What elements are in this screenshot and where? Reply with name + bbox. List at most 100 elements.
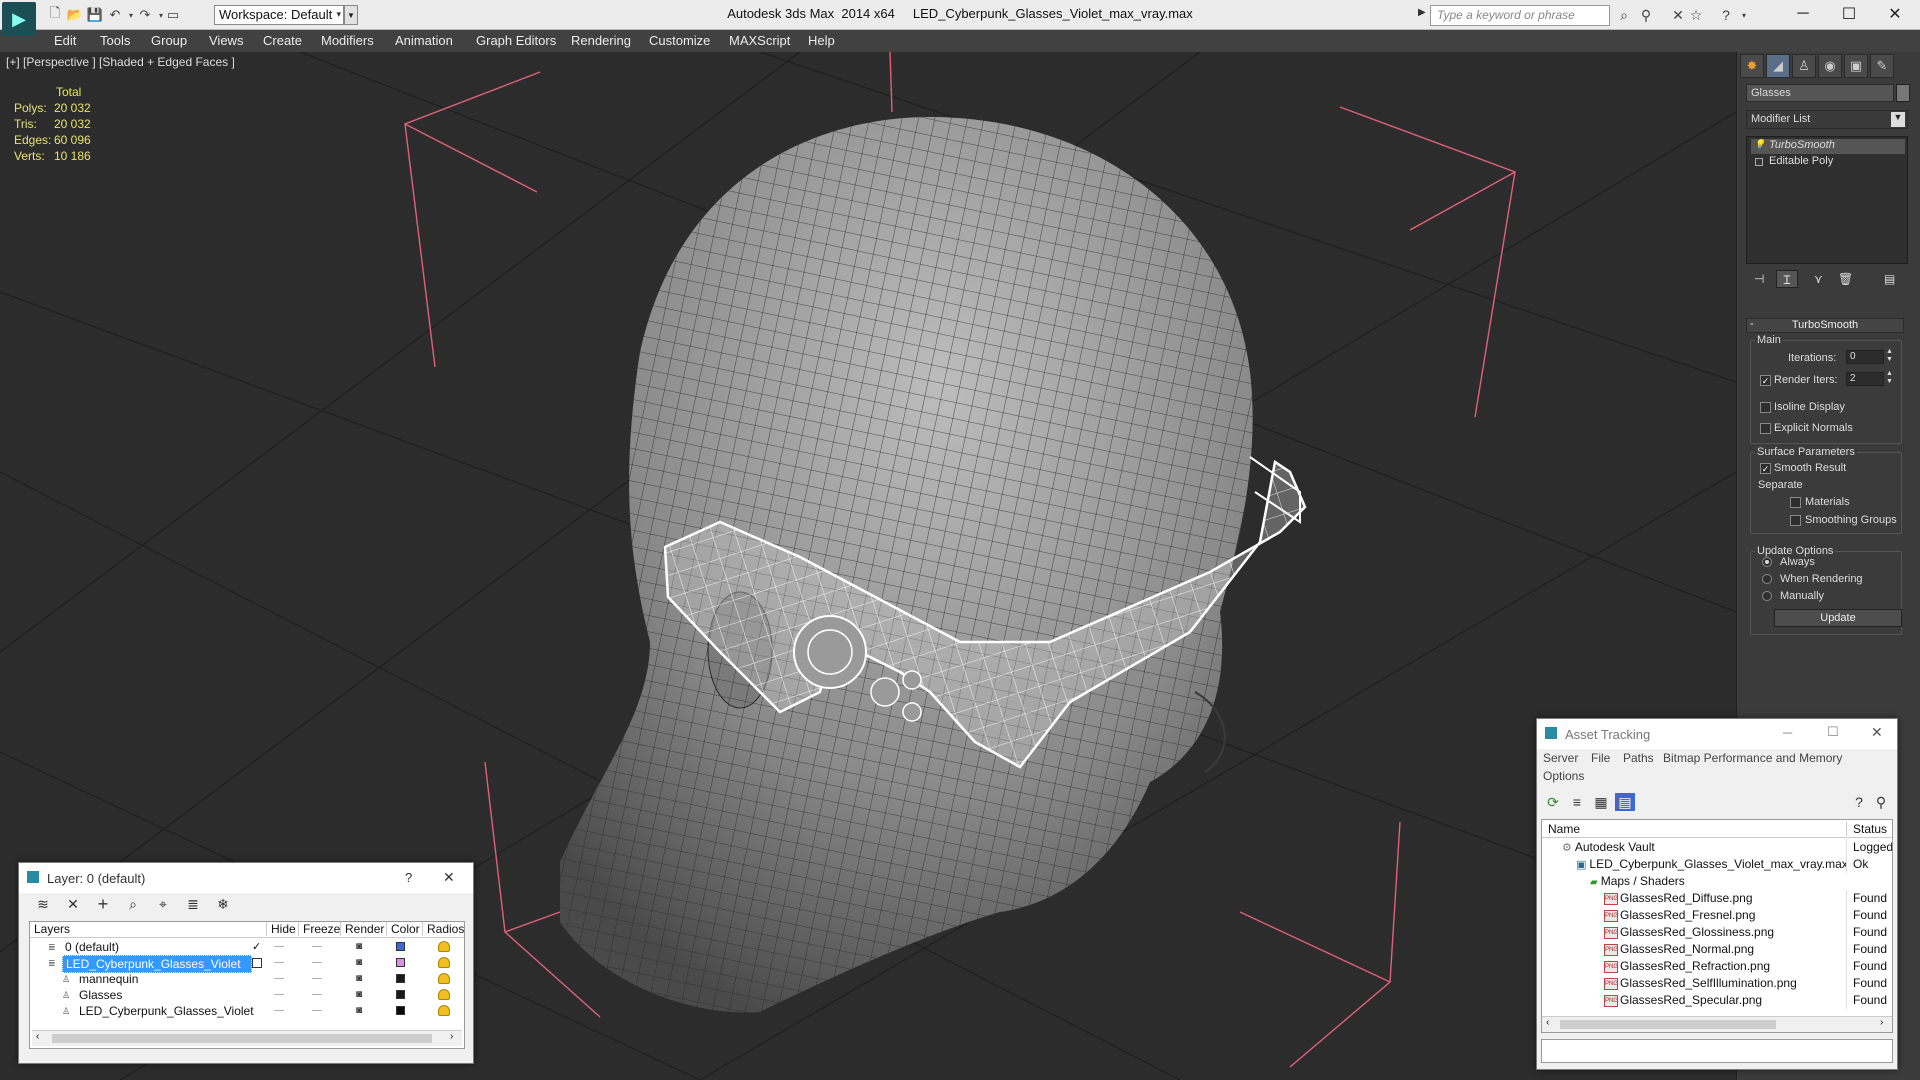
light-bulb-icon[interactable]: 💡 [1754,139,1765,150]
render-teapot-icon[interactable]: ◙ [356,971,362,987]
minimize-icon[interactable]: ─ [1780,0,1826,28]
freeze-toggle[interactable]: — [312,955,322,971]
close-icon[interactable]: ✕ [1872,0,1918,28]
create-layer-icon[interactable]: ≋ [33,895,53,913]
close-icon[interactable]: ✕ [443,869,455,886]
layer-row[interactable]: ♙ mannequin — — ◙ [30,971,464,987]
radiosity-bulb-icon[interactable] [438,989,450,1000]
modify-tab-icon[interactable]: ◢ [1766,54,1790,78]
asset-row[interactable]: ⚙Autodesk Vault Logged O [1542,839,1892,856]
open-file-icon[interactable]: 📂 [66,6,84,24]
freeze-toggle[interactable]: — [312,987,322,1003]
scroll-left-icon[interactable]: ‹ [36,1031,39,1042]
hide-toggle[interactable]: — [274,1003,284,1019]
minimize-icon[interactable]: ─ [1783,725,1792,740]
radiosity-bulb-icon[interactable] [438,973,450,984]
layer-name[interactable]: LED_Cyberpunk_Glasses_Violet [76,1003,257,1019]
object-color-swatch[interactable] [1896,84,1910,102]
project-folder-icon[interactable]: ▭ [164,6,182,24]
menu-modifiers[interactable]: Modifiers [321,33,374,48]
freeze-all-icon[interactable]: ❄ [213,895,233,913]
hide-toggle[interactable]: — [274,971,284,987]
render-iters-spinner[interactable]: 2 [1846,372,1884,386]
at-menu-file[interactable]: File [1591,751,1610,765]
help-icon[interactable]: ? [405,870,412,885]
col-hide[interactable]: Hide [266,922,296,936]
remove-modifier-icon[interactable]: 🗑 [1838,272,1853,286]
layer-color-swatch[interactable] [396,958,405,967]
new-file-icon[interactable]: 🗋 [46,5,64,24]
hide-toggle[interactable]: — [274,955,284,971]
smooth-result-checkbox[interactable]: ✓ [1760,463,1771,474]
layer-list-scrollbar[interactable]: ‹ › [32,1030,462,1046]
asset-row[interactable]: ▰ Maps / Shaders [1542,873,1892,890]
refresh-icon[interactable]: ⟳ [1543,793,1563,811]
freeze-toggle[interactable]: — [312,1003,322,1019]
col-color[interactable]: Color [386,922,420,936]
menu-maxscript[interactable]: MAXScript [729,33,790,48]
search-input[interactable]: Type a keyword or phrase [1430,5,1610,26]
scrollbar-thumb[interactable] [1560,1020,1776,1029]
when-rendering-radio[interactable] [1762,574,1772,584]
stack-item-turbosmooth[interactable]: 💡 TurboSmooth [1751,139,1905,154]
motion-tab-icon[interactable]: ◉ [1818,54,1842,78]
at-menu-options[interactable]: Options [1543,769,1584,783]
smoothing-groups-checkbox[interactable] [1790,515,1801,526]
pin-stack-icon[interactable]: ⊣ [1754,272,1764,286]
maximize-icon[interactable]: ☐ [1827,724,1839,740]
menu-animation[interactable]: Animation [395,33,453,48]
col-freeze[interactable]: Freeze [298,922,340,936]
col-radios[interactable]: Radios [422,922,464,936]
layer-name[interactable]: mannequin [76,971,141,987]
pin-icon[interactable]: ⚲ [1871,793,1891,811]
list-view-icon[interactable]: ≡ [1567,793,1587,811]
scroll-right-icon[interactable]: › [1880,1017,1883,1028]
workspace-dropdown[interactable]: Workspace: Default ▾ [214,5,344,25]
explicit-normals-checkbox[interactable] [1760,423,1771,434]
display-tab-icon[interactable]: ▣ [1844,54,1868,78]
maximize-icon[interactable]: ☐ [1826,0,1872,28]
help-dropdown-icon[interactable]: ▾ [1734,6,1754,24]
at-menu-bitmap-performance[interactable]: Bitmap Performance and Memory [1663,751,1842,765]
highlight-selected-icon[interactable]: ⌖ [153,895,173,913]
close-icon[interactable]: ✕ [1871,724,1883,741]
layer-name[interactable]: Glasses [76,987,125,1003]
create-tab-icon[interactable]: ✸ [1740,54,1764,78]
communication-icon[interactable]: ✕ [1668,6,1688,24]
rollout-turbosmooth[interactable]: - TurboSmooth [1746,318,1904,333]
radiosity-bulb-icon[interactable] [438,957,450,968]
col-status[interactable]: Status [1846,822,1887,836]
stack-item-editable-poly[interactable]: Editable Poly [1751,155,1905,170]
object-name-field[interactable]: Glasses [1746,84,1894,102]
render-iters-checkbox[interactable]: ✓ [1760,375,1771,386]
isoline-display-checkbox[interactable] [1760,402,1771,413]
utilities-tab-icon[interactable]: ✎ [1870,54,1894,78]
thumbnail-view-icon[interactable]: ▦ [1591,793,1611,811]
menu-views[interactable]: Views [209,33,243,48]
spinner-arrows-icon[interactable]: ▲ ▼ [1886,370,1893,386]
menu-group[interactable]: Group [151,33,187,48]
layer-row[interactable]: ♙ LED_Cyberpunk_Glasses_Violet — — ◙ [30,1003,464,1019]
col-layers[interactable]: Layers [34,922,70,936]
materials-checkbox[interactable] [1790,497,1801,508]
asset-row[interactable]: PNG GlassesRed_Diffuse.png Found [1542,890,1892,907]
hide-all-icon[interactable]: ≣ [183,895,203,913]
asset-row[interactable]: PNG GlassesRed_Specular.png Found [1542,992,1892,1009]
asset-row[interactable]: PNG GlassesRed_Glossiness.png Found [1542,924,1892,941]
freeze-toggle[interactable]: — [312,971,322,987]
at-menu-paths[interactable]: Paths [1623,751,1654,765]
scroll-left-icon[interactable]: ‹ [1546,1017,1549,1028]
expand-plus-icon[interactable] [1755,158,1763,166]
at-menu-server[interactable]: Server [1543,751,1578,765]
layer-color-swatch[interactable] [396,974,405,983]
hierarchy-tab-icon[interactable]: ♙ [1792,54,1816,78]
menu-tools[interactable]: Tools [100,33,130,48]
freeze-toggle[interactable]: — [312,939,322,955]
binoculars-icon[interactable]: ⌕ [1614,6,1634,24]
asset-row[interactable]: PNG GlassesRed_Fresnel.png Found [1542,907,1892,924]
help-icon[interactable]: ? [1849,793,1869,811]
asset-path-field[interactable] [1541,1039,1893,1063]
save-file-icon[interactable]: 💾 [86,6,104,24]
update-button[interactable]: Update [1774,609,1902,627]
add-to-layer-icon[interactable]: + [93,894,113,914]
